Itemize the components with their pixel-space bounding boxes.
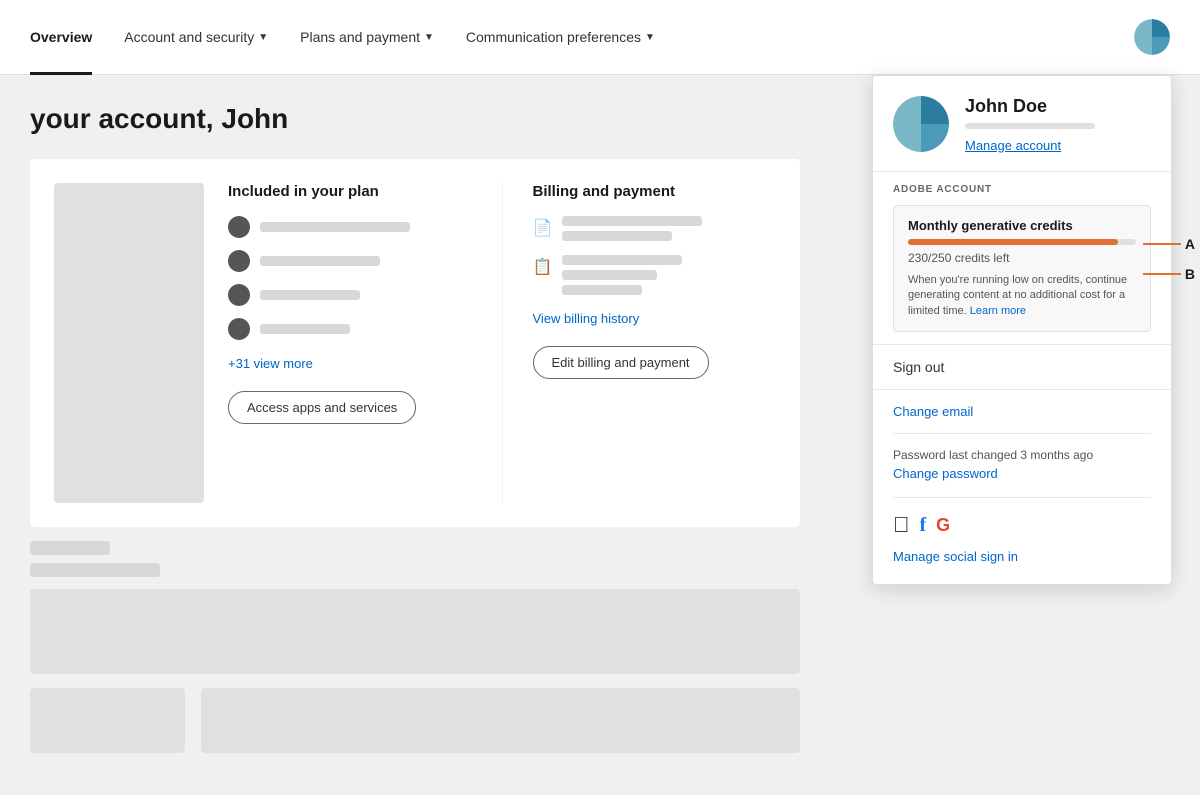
plan-items-list <box>228 216 472 340</box>
credits-title: Monthly generative credits <box>908 218 1136 233</box>
billing-icon-2: 📋 <box>533 257 553 277</box>
profile-popup: John Doe Manage account ADOBE ACCOUNT Mo… <box>872 75 1172 585</box>
credits-description: When you're running low on credits, cont… <box>908 273 1136 319</box>
view-billing-link[interactable]: View billing history <box>533 311 777 326</box>
billing-lines-1 <box>562 216 702 241</box>
credits-progress-bar-bg <box>908 239 1136 245</box>
plan-line-2 <box>260 256 380 266</box>
main-content-card: Included in your plan <box>30 159 800 527</box>
annotation-b-line <box>1143 273 1181 275</box>
nav-account-chevron-icon: ▼ <box>258 32 268 43</box>
facebook-icon: f <box>920 514 927 537</box>
credits-progress-bar-fill <box>908 239 1118 245</box>
social-divider <box>893 497 1151 498</box>
view-more-link[interactable]: +31 view more <box>228 356 472 371</box>
popup-progress-bar <box>965 123 1095 129</box>
bottom-card-1 <box>30 589 800 674</box>
nav-overview-label: Overview <box>30 29 92 45</box>
billing-skel-2c <box>562 285 642 295</box>
adobe-section-label: ADOBE ACCOUNT <box>893 184 1151 195</box>
change-email-link[interactable]: Change email <box>893 404 1151 419</box>
plan-dot-1 <box>228 216 250 238</box>
billing-skel-2b <box>562 270 657 280</box>
bottom-skel-line-1 <box>30 541 110 555</box>
access-apps-button[interactable]: Access apps and services <box>228 391 416 424</box>
change-password-link[interactable]: Change password <box>893 466 1151 481</box>
plan-item-2 <box>228 250 472 272</box>
billing-skel-2a <box>562 255 682 265</box>
popup-user-info: John Doe Manage account <box>965 96 1151 155</box>
annotation-a-line <box>1143 243 1181 245</box>
billing-icon-1: 📄 <box>533 218 553 238</box>
left-placeholder <box>54 183 204 503</box>
app-layout: Overview Account and security ▼ Plans an… <box>0 0 1200 795</box>
password-last-changed: Password last changed 3 months ago <box>893 448 1151 462</box>
nav-bar: Overview Account and security ▼ Plans an… <box>0 0 1200 75</box>
popup-avatar <box>893 96 949 152</box>
billing-section-title: Billing and payment <box>533 183 777 200</box>
billing-item-1: 📄 <box>533 216 777 241</box>
annotation-a-label: A <box>1185 236 1195 252</box>
billing-items-list: 📄 📋 <box>533 216 777 295</box>
plan-section: Included in your plan <box>228 183 503 503</box>
social-icons-row:  f G <box>893 512 1151 538</box>
manage-social-link[interactable]: Manage social sign in <box>893 549 1018 564</box>
credits-card: Monthly generative credits 230/250 credi… <box>893 205 1151 332</box>
nav-comm-prefs-label: Communication preferences <box>466 29 641 45</box>
nav-plans-payment[interactable]: Plans and payment ▼ <box>284 0 450 75</box>
credits-count: 230/250 credits left <box>908 251 1136 265</box>
manage-account-link[interactable]: Manage account <box>965 138 1061 153</box>
annotation-a-container: A <box>1143 236 1195 252</box>
bottom-card-3 <box>201 688 800 753</box>
plan-dot-3 <box>228 284 250 306</box>
nav-comm-prefs[interactable]: Communication preferences ▼ <box>450 0 671 75</box>
learn-more-link[interactable]: Learn more <box>970 305 1026 317</box>
popup-security-section: Change email Password last changed 3 mon… <box>873 390 1171 584</box>
plan-item-4 <box>228 318 472 340</box>
popup-profile-header: John Doe Manage account <box>873 76 1171 172</box>
plan-line-1 <box>260 222 410 232</box>
billing-section: Billing and payment 📄 📋 <box>503 183 777 503</box>
bottom-card-2 <box>30 688 185 753</box>
plan-item-1 <box>228 216 472 238</box>
billing-item-2: 📋 <box>533 255 777 295</box>
google-icon: G <box>936 515 950 536</box>
edit-billing-button[interactable]: Edit billing and payment <box>533 346 709 379</box>
bottom-cards-row <box>30 688 800 753</box>
popup-adobe-section: ADOBE ACCOUNT Monthly generative credits… <box>873 172 1171 332</box>
security-divider <box>893 433 1151 434</box>
billing-skel-1a <box>562 216 702 226</box>
nav-account-security-label: Account and security <box>124 29 254 45</box>
nav-account-security[interactable]: Account and security ▼ <box>108 0 284 75</box>
plan-dot-4 <box>228 318 250 340</box>
plan-line-3 <box>260 290 360 300</box>
nav-plans-chevron-icon: ▼ <box>424 32 434 43</box>
apple-icon:  <box>893 512 910 538</box>
billing-lines-2 <box>562 255 682 295</box>
plan-dot-2 <box>228 250 250 272</box>
nav-overview[interactable]: Overview <box>30 0 108 75</box>
annotation-b-label: B <box>1185 266 1195 282</box>
sign-out-button[interactable]: Sign out <box>873 345 1171 389</box>
nav-avatar-button[interactable] <box>1134 19 1170 55</box>
plan-section-title: Included in your plan <box>228 183 472 200</box>
credits-progress-wrapper <box>908 239 1136 245</box>
plan-item-3 <box>228 284 472 306</box>
annotation-b-container: B <box>1143 266 1195 282</box>
popup-username: John Doe <box>965 96 1151 117</box>
nav-comm-chevron-icon: ▼ <box>645 32 655 43</box>
plan-line-4 <box>260 324 350 334</box>
bottom-skel-line-2 <box>30 563 160 577</box>
nav-plans-payment-label: Plans and payment <box>300 29 420 45</box>
billing-skel-1b <box>562 231 672 241</box>
